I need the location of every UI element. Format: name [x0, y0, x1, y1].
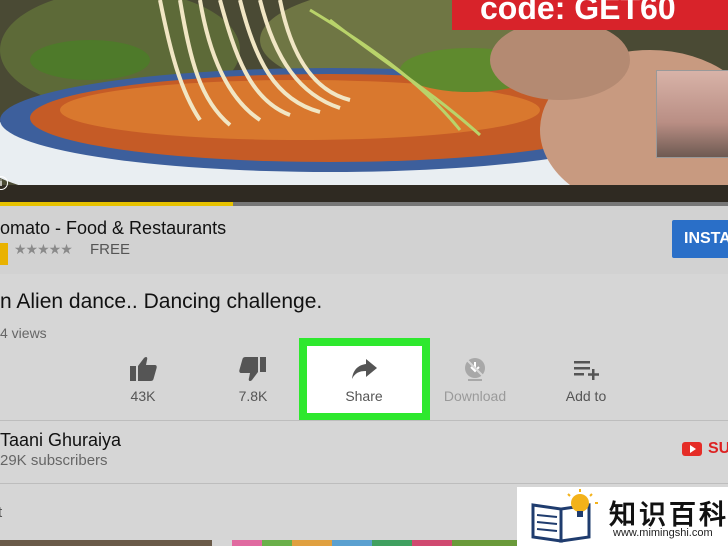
- next-video-thumbnail[interactable]: [372, 540, 412, 546]
- download-icon: [435, 356, 515, 384]
- share-label: Share: [345, 388, 383, 404]
- channel-name[interactable]: Taani Ghuraiya: [0, 430, 121, 451]
- divider: [0, 420, 728, 421]
- next-video-thumbnail[interactable]: [262, 540, 292, 546]
- download-button[interactable]: Download: [435, 356, 515, 404]
- promo-code-banner: code: GET60: [452, 0, 728, 30]
- youtube-play-icon: [682, 442, 702, 456]
- watermark-logo: 知识百科 www.mimingshi.com: [517, 487, 728, 546]
- next-video-thumbnail[interactable]: [0, 540, 212, 546]
- dislike-button[interactable]: 7.8K: [213, 356, 293, 404]
- thumbs-down-icon: [213, 356, 293, 384]
- subscribe-label: SU: [708, 440, 728, 457]
- add-to-playlist-icon: [546, 356, 626, 384]
- next-video-thumbnail[interactable]: [292, 540, 332, 546]
- subscribe-button[interactable]: SU: [682, 440, 728, 458]
- download-label: Download: [443, 388, 507, 404]
- thumbs-up-icon: [103, 356, 183, 384]
- add-to-label: Add to: [565, 388, 607, 404]
- share-icon: [324, 356, 404, 384]
- video-player[interactable]: code: GET60 i: [0, 0, 728, 202]
- next-video-thumbnail[interactable]: [332, 540, 372, 546]
- view-count: 4 views: [0, 325, 47, 341]
- install-button[interactable]: INSTA: [672, 220, 728, 258]
- food-video-frame: [0, 0, 728, 202]
- dislike-count: 7.8K: [238, 388, 268, 404]
- like-button[interactable]: 43K: [103, 356, 183, 404]
- ad-app-title: omato - Food & Restaurants: [0, 218, 227, 238]
- up-next-label: t: [0, 504, 3, 521]
- next-video-thumbnail[interactable]: [412, 540, 452, 546]
- ad-rating-stars: ★★★★★: [14, 241, 73, 257]
- add-to-button[interactable]: Add to: [546, 356, 626, 404]
- share-button[interactable]: Share: [324, 356, 404, 404]
- subscriber-count: 29K subscribers: [0, 452, 108, 469]
- book-lightbulb-icon: [531, 489, 598, 543]
- ad-banner[interactable]: omato - Food & Restaurants ★★★★★ FREE IN…: [0, 206, 728, 274]
- next-video-thumbnail[interactable]: [232, 540, 262, 546]
- watermark-url: www.mimingshi.com: [613, 527, 713, 539]
- video-thumbnail-overlay[interactable]: [656, 70, 728, 158]
- next-video-thumbnail[interactable]: [452, 540, 517, 546]
- like-count: 43K: [130, 388, 156, 404]
- ad-price: FREE: [90, 241, 131, 258]
- ad-badge: [0, 243, 8, 265]
- divider: [0, 483, 728, 484]
- video-title: n Alien dance.. Dancing challenge.: [0, 290, 323, 313]
